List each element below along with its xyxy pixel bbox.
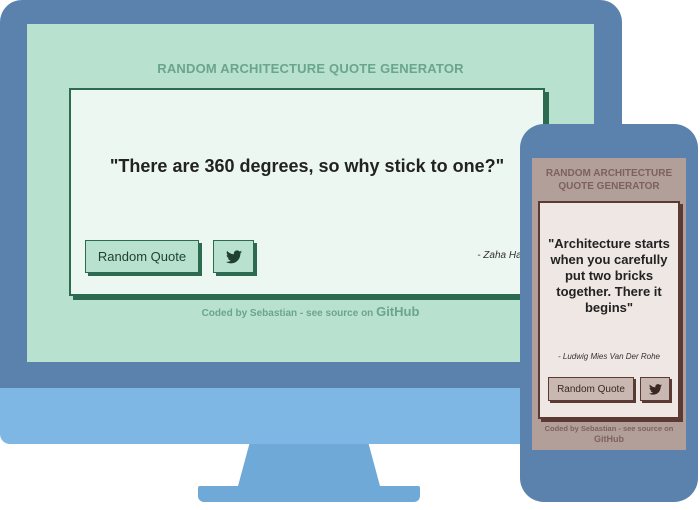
twitter-icon	[225, 249, 242, 263]
mobile-quote-author: - Ludwig Mies Van Der Rohe	[558, 352, 660, 361]
twitter-icon	[648, 383, 662, 395]
monitor-stand-neck	[238, 444, 380, 486]
mobile-footer-text: Coded by Sebastian - see source on	[544, 424, 674, 433]
mobile-github-link[interactable]: GitHub	[532, 434, 686, 445]
monitor-stand-base	[198, 486, 420, 502]
page-title: RANDOM ARCHITECTURE QUOTE GENERATOR	[157, 61, 464, 76]
desktop-screen: RANDOM ARCHITECTURE QUOTE GENERATOR "The…	[27, 24, 594, 364]
mobile-quote-box: "Architecture starts when you carefully …	[538, 201, 680, 419]
random-quote-button[interactable]: Random Quote	[85, 240, 199, 273]
mobile-random-quote-button[interactable]: Random Quote	[548, 377, 634, 401]
mobile-phone: RANDOM ARCHITECTURE QUOTE GENERATOR "Arc…	[520, 124, 698, 502]
mobile-screen: RANDOM ARCHITECTURE QUOTE GENERATOR "Arc…	[532, 158, 686, 450]
footer: Coded by Sebastian - see source on GitHu…	[27, 304, 594, 319]
mobile-tweet-button[interactable]	[640, 377, 670, 401]
quote-text: "There are 360 degrees, so why stick to …	[109, 156, 505, 176]
mobile-footer: Coded by Sebastian - see source on GitHu…	[532, 423, 686, 445]
mobile-page-title: RANDOM ARCHITECTURE QUOTE GENERATOR	[545, 168, 673, 192]
github-link[interactable]: GitHub	[376, 304, 419, 319]
mobile-quote-text: "Architecture starts when you carefully …	[548, 236, 670, 315]
quote-box: "There are 360 degrees, so why stick to …	[69, 88, 545, 296]
footer-text: Coded by Sebastian - see source on	[201, 308, 374, 319]
tweet-button[interactable]	[213, 240, 254, 273]
